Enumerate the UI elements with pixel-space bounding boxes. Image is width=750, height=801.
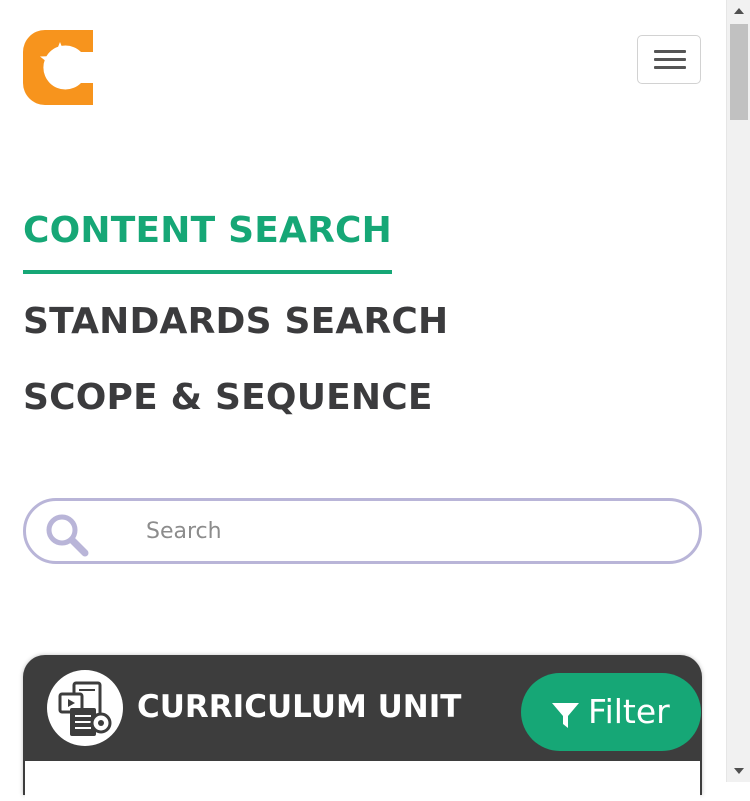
filter-label: Filter <box>588 692 670 731</box>
hamburger-icon-bar <box>654 66 686 69</box>
star-c-logo-icon[interactable] <box>23 30 93 105</box>
nav-scope-sequence[interactable]: SCOPE & SEQUENCE <box>23 376 433 420</box>
scroll-up-arrow-icon[interactable] <box>727 0 750 22</box>
page: CONTENT SEARCH STANDARDS SEARCH SCOPE & … <box>0 0 726 801</box>
scroll-down-arrow-icon[interactable] <box>727 760 750 782</box>
search-input[interactable] <box>146 509 666 553</box>
nav-content-search[interactable]: CONTENT SEARCH <box>23 209 392 274</box>
search-bar[interactable] <box>23 498 702 564</box>
nav-standards-search[interactable]: STANDARDS SEARCH <box>23 300 448 344</box>
curriculum-unit-icon <box>47 670 123 746</box>
scrollbar-thumb[interactable] <box>730 24 748 120</box>
funnel-icon <box>551 699 580 728</box>
vertical-scrollbar[interactable] <box>726 0 750 782</box>
result-type-title: CURRICULUM UNIT <box>137 689 462 725</box>
curriculum-unit-card: CURRICULUM UNIT Filter <box>23 655 702 801</box>
menu-toggle-button[interactable] <box>637 35 701 84</box>
hamburger-icon <box>654 50 686 53</box>
filter-button[interactable]: Filter <box>521 673 701 751</box>
hamburger-icon-bar <box>654 58 686 61</box>
card-body <box>25 761 700 801</box>
search-icon[interactable] <box>44 512 90 558</box>
